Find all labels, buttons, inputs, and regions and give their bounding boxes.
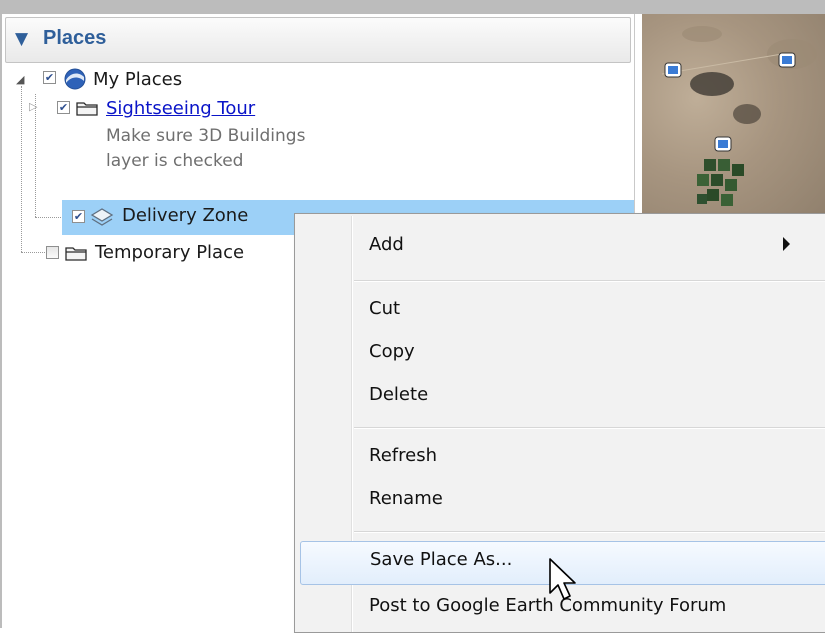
tree-guide-line <box>21 86 22 252</box>
menu-item-delete-label: Delete <box>369 384 429 405</box>
my-places-label[interactable]: My Places <box>93 69 182 91</box>
menu-item-save-place-as-label: Save Place As... <box>370 549 513 570</box>
menu-item-copy[interactable]: Copy <box>299 333 825 373</box>
collapse-triangle-icon[interactable]: ▼ <box>15 31 28 48</box>
menu-separator <box>354 280 825 282</box>
menu-item-delete[interactable]: Delete <box>299 376 825 416</box>
delivery-zone-checkbox[interactable] <box>72 210 85 223</box>
folder-icon <box>76 102 98 116</box>
collapsed-arrow-icon[interactable]: ▷ <box>29 101 37 112</box>
tree-guide-line <box>21 252 45 253</box>
sightseeing-tour-checkbox[interactable] <box>57 101 70 114</box>
mouse-pointer-icon <box>549 558 576 600</box>
places-title: Places <box>43 27 107 49</box>
sightseeing-tour-description-line-1: Make sure 3D Buildings <box>106 126 306 146</box>
menu-item-add-label: Add <box>369 234 404 255</box>
sightseeing-tour-link[interactable]: Sightseeing Tour <box>106 98 255 120</box>
places-header[interactable]: ▼ Places <box>5 17 631 63</box>
menu-item-add[interactable]: Add <box>299 226 825 266</box>
google-earth-globe-icon <box>64 68 86 90</box>
temporary-places-label[interactable]: Temporary Place <box>95 242 244 264</box>
tree-guide-line <box>35 217 61 218</box>
menu-item-refresh[interactable]: Refresh <box>299 437 825 477</box>
menu-item-refresh-label: Refresh <box>369 445 437 466</box>
sightseeing-tour-description-line-2: layer is checked <box>106 151 244 171</box>
folder-icon <box>65 247 87 261</box>
polygon-icon <box>90 208 114 226</box>
menu-separator <box>354 531 825 533</box>
expanded-arrow-icon[interactable]: ◢ <box>16 74 24 85</box>
menu-item-rename[interactable]: Rename <box>299 480 825 520</box>
delivery-zone-label[interactable]: Delivery Zone <box>122 205 248 227</box>
submenu-arrow-icon <box>783 237 790 251</box>
temporary-places-checkbox[interactable] <box>46 246 59 259</box>
menu-item-cut-label: Cut <box>369 298 401 319</box>
photo-placemark-icon[interactable] <box>778 52 796 68</box>
menu-separator <box>354 427 825 429</box>
my-places-checkbox[interactable] <box>43 71 56 84</box>
photo-placemark-icon[interactable] <box>714 136 732 152</box>
menu-item-cut[interactable]: Cut <box>299 290 825 330</box>
menu-item-copy-label: Copy <box>369 341 415 362</box>
map-terrain <box>661 26 817 206</box>
map-view[interactable] <box>642 14 825 224</box>
menu-item-rename-label: Rename <box>369 488 443 509</box>
photo-placemark-icon[interactable] <box>664 62 682 78</box>
